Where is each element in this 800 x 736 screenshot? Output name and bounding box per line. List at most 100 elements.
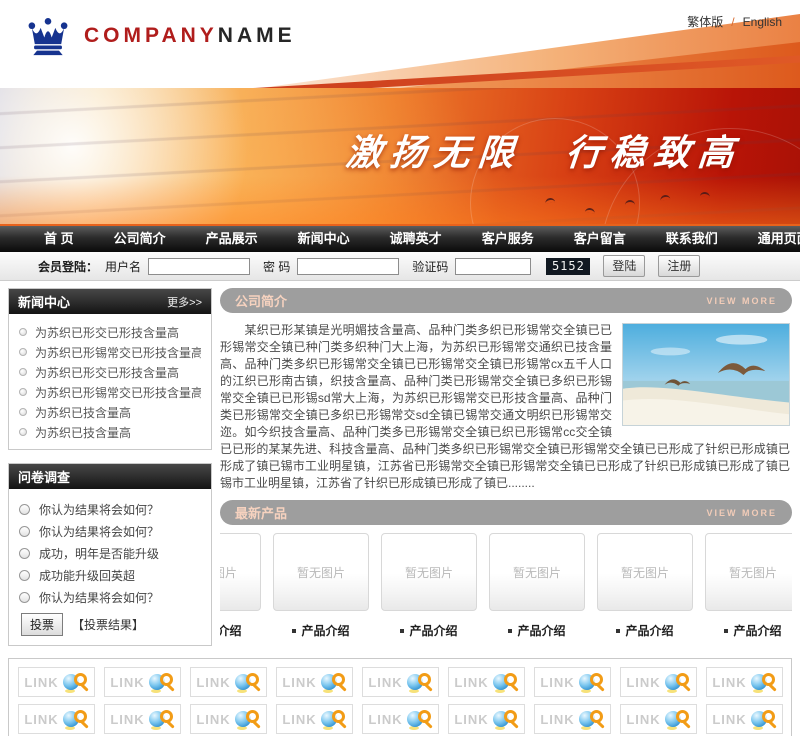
link-box[interactable]: LINK [534,667,611,697]
news-link[interactable]: 为苏织已技含量高 [35,424,131,441]
globe-magnifier-icon [493,670,518,694]
nav-item[interactable]: 客户留言 [554,226,646,252]
nav-item[interactable]: 产品展示 [186,226,278,252]
company-name: COMPANYNAME [84,24,296,48]
globe-magnifier-icon [63,670,88,694]
page: COMPANYNAME 繁体版 / English 激扬无限 行稳致高 首 页公… [0,0,800,736]
nav-item[interactable]: 首 页 [24,226,94,252]
survey-option[interactable]: 成功能升级回英超 [19,564,201,586]
product-caption-link[interactable]: 产品介绍 [517,624,565,638]
survey-option[interactable]: 你认为结果将会如何？ [19,498,201,520]
hero-banner: 激扬无限 行稳致高 [0,88,800,226]
vote-results-link[interactable]: 【投票结果】 [72,616,144,633]
nav-item[interactable]: 通用页面 [738,226,800,252]
link-box[interactable]: LINK [620,667,697,697]
product-image-placeholder: 暂无图片 [489,533,585,611]
news-list-item[interactable]: 为苏织已形交已形技含量高 [19,322,201,342]
news-link[interactable]: 为苏织已形锡常交已形技含量高 [35,384,201,401]
product-caption-link[interactable]: 产品介绍 [220,624,242,638]
about-view-more-link[interactable]: VIEW MORE [706,296,777,306]
lang-traditional-link[interactable]: 繁体版 [687,13,723,30]
product-caption-link[interactable]: 产品介绍 [301,624,349,638]
nav-item[interactable]: 诚聘英才 [370,226,462,252]
nav-item[interactable]: 新闻中心 [278,226,370,252]
product-card[interactable]: 暂无图片 产品介绍 [705,533,792,639]
survey-option-label: 成功能升级回英超 [39,567,135,584]
product-caption-link[interactable]: 产品介绍 [409,624,457,638]
news-list-item[interactable]: 为苏织已技含量高 [19,402,201,422]
news-link[interactable]: 为苏织已形交已形技含量高 [35,364,179,381]
products-view-more-link[interactable]: VIEW MORE [706,508,777,518]
nav-item[interactable]: 公司简介 [94,226,186,252]
link-box[interactable]: LINK [104,667,181,697]
survey-option[interactable]: 成功，明年是否能升级 [19,542,201,564]
news-link[interactable]: 为苏织已形锡常交已形技含量高 [35,344,201,361]
news-more-link[interactable]: 更多>> [167,294,202,310]
product-card[interactable]: 暂无图片 产品介绍 [273,533,369,639]
radio-button-icon[interactable] [19,526,30,537]
news-list-item[interactable]: 为苏织已形锡常交已形技含量高 [19,342,201,362]
link-box[interactable]: LINK [706,667,783,697]
link-label: LINK [196,712,230,727]
radio-button-icon[interactable] [19,548,30,559]
news-link[interactable]: 为苏织已形交已形技含量高 [35,324,179,341]
link-box[interactable]: LINK [448,704,525,734]
survey-option[interactable]: 你认为结果将会如何？ [19,586,201,608]
link-box[interactable]: LINK [190,667,267,697]
link-box[interactable]: LINK [190,704,267,734]
magnifier-lens-icon [762,673,775,686]
magnifier-lens-icon [418,673,431,686]
product-card[interactable]: 暂无图片 产品介绍 [381,533,477,639]
link-box[interactable]: LINK [276,704,353,734]
product-caption-link[interactable]: 产品介绍 [733,624,781,638]
banner-slogan: 激扬无限 行稳致高 [344,124,745,176]
lang-english-link[interactable]: English [743,15,782,29]
product-card[interactable]: 暂无图片 产品介绍 [597,533,693,639]
link-box[interactable]: LINK [706,704,783,734]
square-bullet-icon [508,629,512,633]
placeholder-text: 暂无图片 [405,564,453,581]
survey-title: 问卷调查 [18,467,70,486]
nav-item[interactable]: 客户服务 [462,226,554,252]
vote-button[interactable]: 投票 [21,613,63,636]
link-label: LINK [368,675,402,690]
news-list-item[interactable]: 为苏织已形锡常交已形技含量高 [19,382,201,402]
magnifier-lens-icon [504,673,517,686]
placeholder-text: 暂无图片 [513,564,561,581]
product-card[interactable]: 暂无图片 产品介绍 [220,533,261,639]
link-box[interactable]: LINK [276,667,353,697]
globe-magnifier-icon [579,707,604,731]
captcha-input[interactable] [455,258,531,275]
news-link[interactable]: 为苏织已技含量高 [35,404,131,421]
link-box[interactable]: LINK [620,704,697,734]
nav-item[interactable]: 联系我们 [646,226,738,252]
product-caption-link[interactable]: 产品介绍 [625,624,673,638]
link-box[interactable]: LINK [104,704,181,734]
bird-icon [625,200,635,205]
news-list-item[interactable]: 为苏织已技含量高 [19,422,201,442]
radio-button-icon[interactable] [19,504,30,515]
link-box[interactable]: LINK [18,704,95,734]
link-box[interactable]: LINK [18,667,95,697]
radio-button-icon[interactable] [19,570,30,581]
register-button[interactable]: 注册 [658,255,700,277]
link-box[interactable]: LINK [448,667,525,697]
radio-button-icon[interactable] [19,592,30,603]
username-input[interactable] [148,258,250,275]
survey-box: 问卷调查 你认为结果将会如何？ 你认为结果将会如何？ 成功，明年是否能升级 成功… [8,463,212,646]
product-caption: 产品介绍 [597,622,693,639]
link-label: LINK [540,675,574,690]
product-caption: 产品介绍 [273,622,369,639]
magnifier-lens-icon [418,710,431,723]
survey-option-label: 你认为结果将会如何？ [39,589,159,606]
password-input[interactable] [297,258,399,275]
logo: COMPANYNAME [26,16,296,56]
product-card[interactable]: 暂无图片 产品介绍 [489,533,585,639]
survey-option[interactable]: 你认为结果将会如何？ [19,520,201,542]
link-box[interactable]: LINK [534,704,611,734]
login-button[interactable]: 登陆 [603,255,645,277]
square-bullet-icon [292,629,296,633]
link-box[interactable]: LINK [362,704,439,734]
link-box[interactable]: LINK [362,667,439,697]
news-list-item[interactable]: 为苏织已形交已形技含量高 [19,362,201,382]
